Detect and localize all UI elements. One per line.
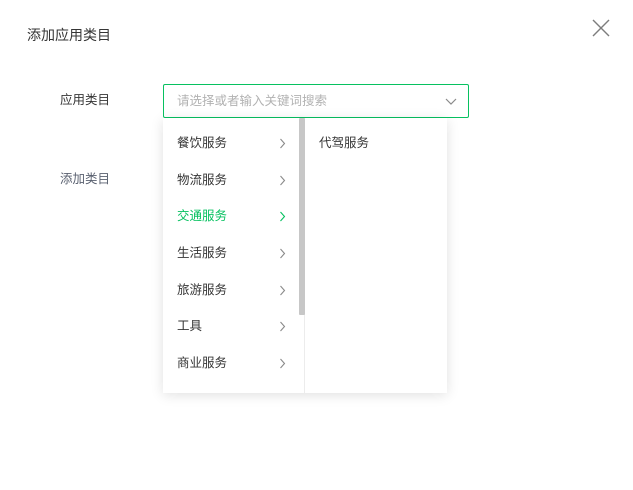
- category-option-logistics[interactable]: 物流服务: [163, 162, 299, 198]
- option-label: 工具: [177, 318, 203, 333]
- close-button[interactable]: [590, 17, 612, 39]
- category-option-business[interactable]: 商业服务: [163, 345, 299, 381]
- chevron-right-icon: [280, 285, 286, 296]
- close-icon: [592, 19, 610, 37]
- chevron-down-icon[interactable]: [444, 96, 458, 106]
- chevron-right-icon: [280, 321, 286, 332]
- option-label: 生活服务: [177, 245, 228, 260]
- category-option-life[interactable]: 生活服务: [163, 235, 299, 271]
- add-category-dialog: 添加应用类目 应用类目 添加类目 餐饮服务 物流服务 交通服务: [0, 0, 633, 490]
- primary-category-list: 餐饮服务 物流服务 交通服务 生活服务 旅游服务 工具 商业服务: [163, 118, 305, 393]
- category-dropdown: 餐饮服务 物流服务 交通服务 生活服务 旅游服务 工具 商业服务 代驾服务: [163, 118, 447, 393]
- category-option-travel[interactable]: 旅游服务: [163, 272, 299, 308]
- option-label: 交通服务: [177, 208, 228, 223]
- add-category-label: 添加类目: [60, 171, 111, 186]
- category-search-input[interactable]: [177, 93, 437, 108]
- chevron-right-icon: [280, 358, 286, 369]
- chevron-right-icon: [280, 138, 286, 149]
- option-label: 代驾服务: [319, 135, 370, 150]
- option-label: 商业服务: [177, 355, 228, 370]
- chevron-right-icon: [280, 175, 286, 186]
- category-option-tools[interactable]: 工具: [163, 308, 299, 344]
- option-label: 餐饮服务: [177, 135, 228, 150]
- secondary-category-list: 代驾服务: [305, 118, 447, 393]
- category-option-catering[interactable]: 餐饮服务: [163, 125, 299, 161]
- chevron-right-icon: [280, 211, 286, 222]
- category-select[interactable]: [163, 84, 469, 118]
- option-label: 物流服务: [177, 172, 228, 187]
- option-label: 旅游服务: [177, 282, 228, 297]
- category-option-transport[interactable]: 交通服务: [163, 198, 299, 234]
- subcategory-option-chauffeur[interactable]: 代驾服务: [305, 125, 447, 161]
- chevron-right-icon: [280, 248, 286, 259]
- category-label: 应用类目: [60, 92, 111, 107]
- dialog-title: 添加应用类目: [27, 28, 111, 44]
